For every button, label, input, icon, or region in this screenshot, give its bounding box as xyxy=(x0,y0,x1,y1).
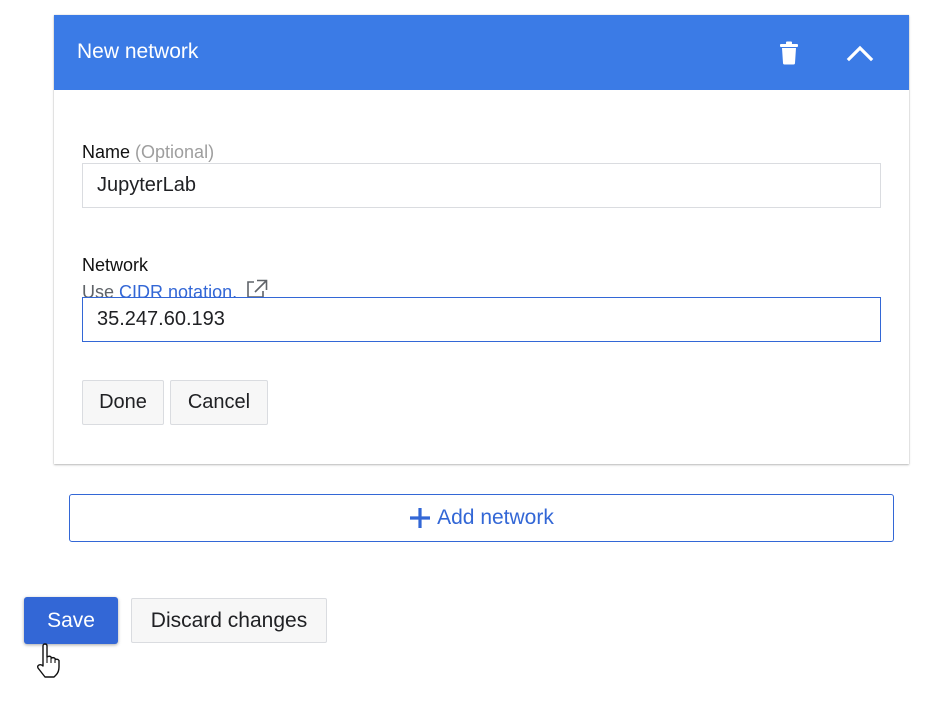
add-network-button[interactable]: Add network xyxy=(69,494,894,542)
hand-pointer-cursor-icon xyxy=(36,643,60,678)
network-label: Network xyxy=(82,255,149,275)
add-network-label: Add network xyxy=(437,506,554,529)
cancel-button[interactable]: Cancel xyxy=(170,380,268,425)
name-label-text: Name xyxy=(82,142,131,162)
network-card: New network Name (Optional) Network Use … xyxy=(54,15,909,464)
plus-icon xyxy=(410,508,431,528)
chevron-up-icon xyxy=(846,45,874,62)
collapse-card-button[interactable] xyxy=(840,33,880,73)
discard-changes-button[interactable]: Discard changes xyxy=(131,598,327,643)
card-header[interactable]: New network xyxy=(54,15,909,90)
optional-label: (Optional) xyxy=(135,142,215,162)
network-input[interactable] xyxy=(82,297,881,342)
external-link-icon[interactable] xyxy=(246,279,268,299)
done-button[interactable]: Done xyxy=(82,380,164,425)
save-button[interactable]: Save xyxy=(24,597,118,644)
name-label: Name (Optional) xyxy=(82,140,214,164)
name-input[interactable] xyxy=(82,163,881,208)
trash-icon xyxy=(780,41,798,65)
card-title: New network xyxy=(77,40,199,63)
delete-network-button[interactable] xyxy=(769,33,809,73)
